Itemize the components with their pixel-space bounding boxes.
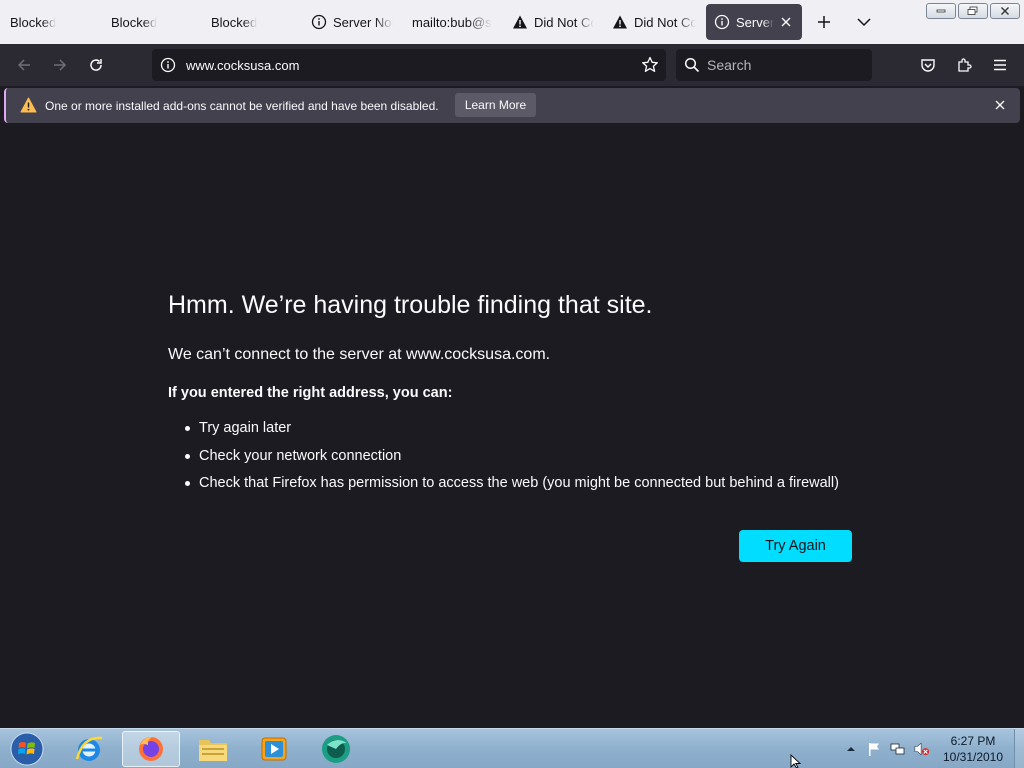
minimize-button[interactable] [926,3,956,19]
pocket-icon [921,59,935,72]
chevron-up-icon [847,747,855,751]
tab-server-not-found[interactable]: Server Not Found [311,4,393,40]
flag-icon [869,743,879,756]
taskbar-firefox[interactable] [122,731,180,767]
chevron-down-icon [857,18,871,27]
reload-icon [90,59,102,71]
tab-did-not-connect-1[interactable]: Did Not Connect [512,4,594,40]
url-bar[interactable]: www.cocksusa.com [152,49,666,81]
list-item: Check your network connection [168,446,839,474]
explorer-folder-icon [199,740,227,761]
list-item: Check that Firefox has permission to acc… [168,473,839,501]
app-icon [322,735,350,763]
clock-time: 6:27 PM [950,734,996,748]
tab-blocked-3[interactable]: Blocked [211,4,291,40]
try-again-button[interactable]: Try Again [739,530,852,562]
taskbar-windows-explorer[interactable] [184,731,242,767]
minimize-icon [936,9,946,13]
tab-did-not-connect-2[interactable]: Did Not Connect [612,4,696,40]
tab-strip: Blocked Blocked Blocked Server Not Found… [0,0,1024,44]
suggestion-list: Try again later Check your network conne… [168,418,839,501]
app-menu-button[interactable] [988,53,1012,77]
new-tab-button[interactable] [812,10,836,34]
windows-taskbar: 6:27 PM 10/31/2010 [0,728,1024,768]
restore-icon [967,6,978,15]
tab-label: Blocked [211,14,258,30]
page-content: Hmm. We’re having trouble finding that s… [0,126,1024,728]
info-icon [311,14,327,30]
windows-start-button[interactable] [0,731,54,767]
windows-start-icon [10,732,44,766]
error-title: Hmm. We’re having trouble finding that s… [168,291,653,319]
tab-label: mailto:bub@s [412,14,492,30]
search-icon [684,57,700,73]
show-desktop-button[interactable] [1014,729,1024,768]
network-icon [890,743,905,755]
tab-label: Blocked [111,14,158,30]
speaker-muted-icon [914,742,930,756]
hamburger-menu-icon [994,59,1006,71]
info-icon [714,14,730,30]
taskbar-clock[interactable]: 6:27 PM 10/31/2010 [938,733,1008,765]
pocket-button[interactable] [916,53,940,77]
restore-button[interactable] [958,3,988,19]
warning-icon [612,14,628,30]
tab-mailto[interactable]: mailto:bub@s [412,4,494,40]
taskbar-media-player[interactable] [245,731,303,767]
tab-label: Server Not Found [736,14,774,30]
tab-label: Did Not Connect [634,14,696,30]
forward-button[interactable] [48,53,72,77]
notification-message: One or more installed add-ons cannot be … [45,99,439,113]
taskbar-internet-explorer[interactable] [60,731,118,767]
back-arrow-icon [17,59,30,71]
url-text[interactable]: www.cocksusa.com [186,58,299,73]
error-subtitle: If you entered the right address, you ca… [168,385,453,401]
forward-arrow-icon [54,59,67,71]
error-description: We can’t connect to the server at www.co… [168,346,551,363]
search-placeholder: Search [707,57,752,73]
volume-muted-icon[interactable] [914,741,930,757]
internet-explorer-icon [75,736,103,761]
firefox-icon [139,737,163,761]
close-icon [1001,7,1009,15]
plus-icon [818,16,830,28]
action-center-icon[interactable] [866,741,882,757]
tab-label: Blocked [10,14,57,30]
warning-icon [512,14,528,30]
tab-blocked-1[interactable]: Blocked [10,4,90,40]
close-icon[interactable] [992,97,1008,113]
taskbar-app[interactable] [307,731,365,767]
media-player-icon [261,737,287,761]
reload-button[interactable] [84,53,108,77]
mouse-cursor-icon [790,754,802,768]
warning-icon [20,97,37,113]
close-tab-icon[interactable] [778,14,794,30]
tab-blocked-2[interactable]: Blocked [111,4,191,40]
learn-more-button[interactable]: Learn More [455,93,536,117]
list-item: Try again later [168,418,839,446]
window-close-button[interactable] [990,3,1020,19]
clock-date: 10/31/2010 [942,750,1004,764]
addon-warning-notification: One or more installed add-ons cannot be … [4,88,1020,123]
search-bar[interactable]: Search [676,49,872,81]
tab-label: Did Not Connect [534,14,594,30]
puzzle-icon [958,58,972,72]
tab-server-not-found-active[interactable]: Server Not Found [706,4,802,40]
tab-label: Server Not Found [333,14,393,30]
bookmark-star-icon[interactable] [641,56,659,74]
show-hidden-icons-button[interactable] [843,741,859,757]
info-icon[interactable] [160,57,176,73]
list-all-tabs-button[interactable] [852,10,876,34]
back-button[interactable] [12,53,36,77]
network-icon[interactable] [890,741,906,757]
extensions-button[interactable] [952,53,976,77]
